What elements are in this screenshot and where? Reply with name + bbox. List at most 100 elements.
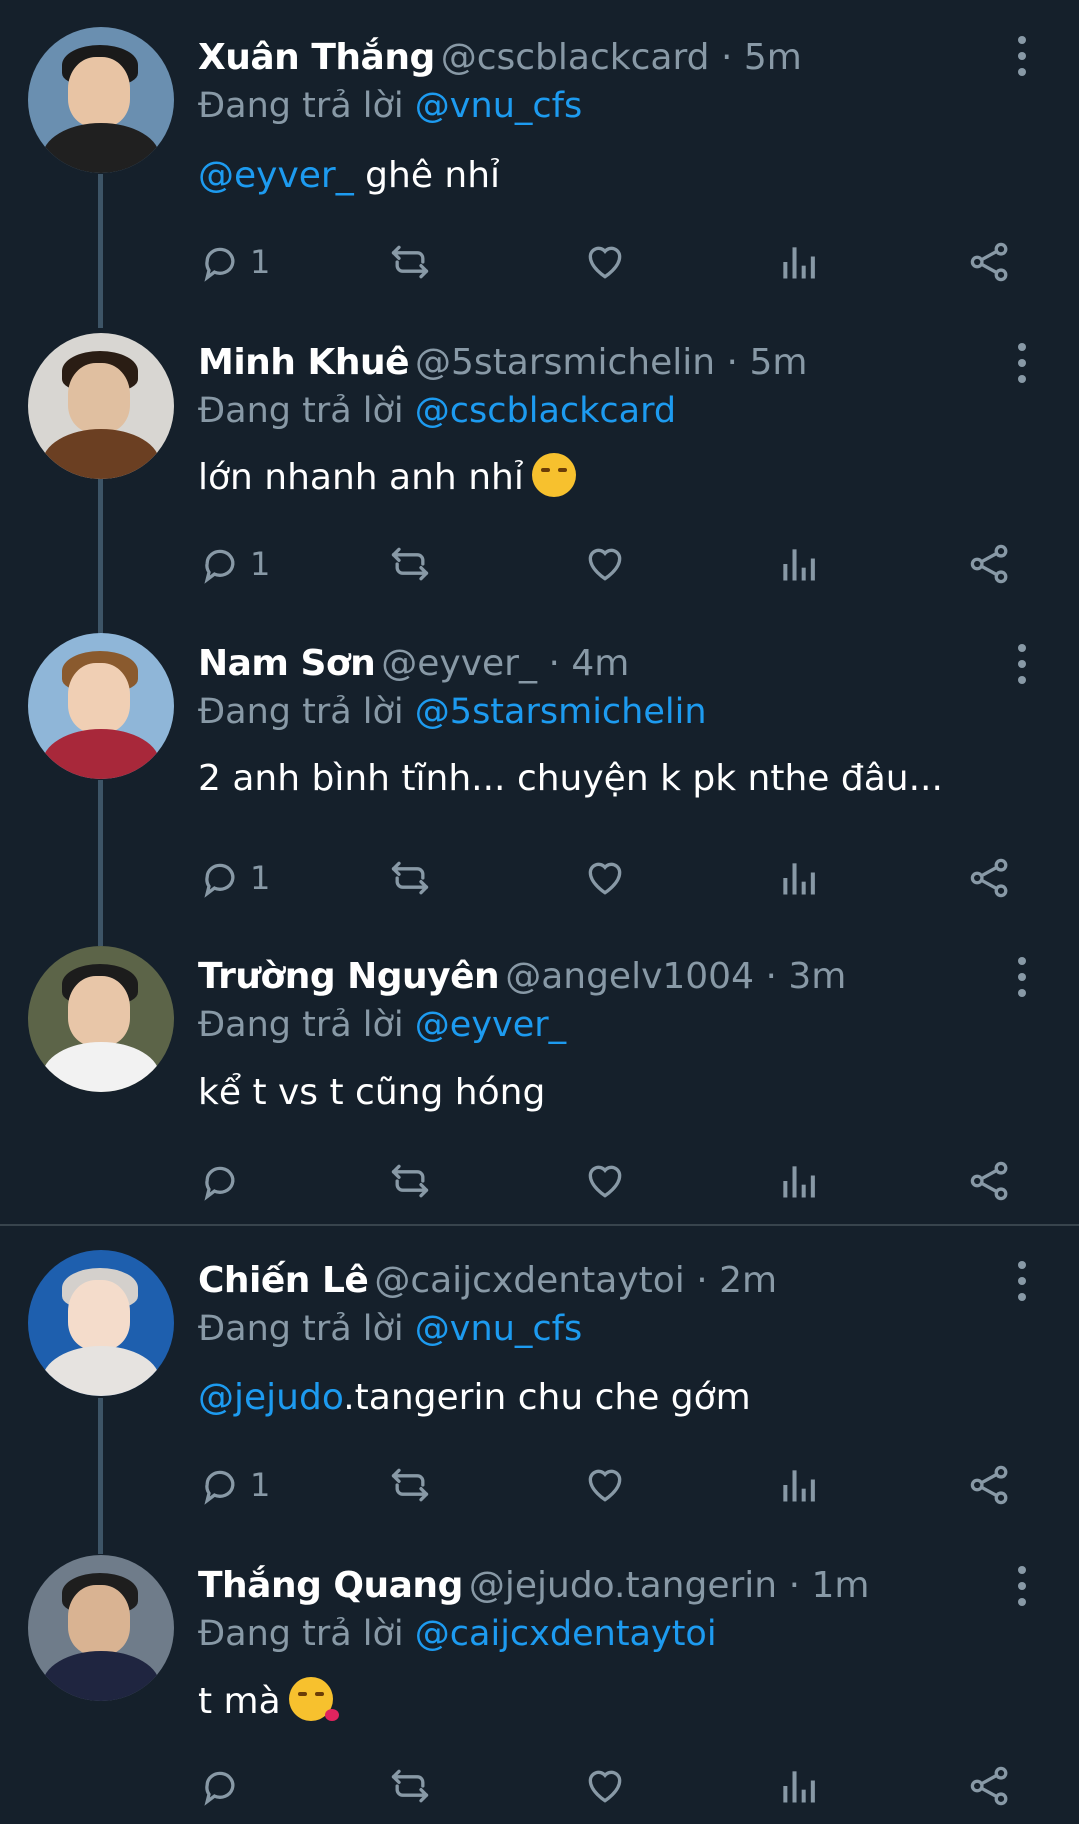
replying-to-mention[interactable]: @vnu_cfs xyxy=(415,86,582,126)
avatar[interactable] xyxy=(28,333,174,479)
tweet-text: kể t vs t cũng hóng xyxy=(198,1068,545,1118)
more-options-icon[interactable] xyxy=(1016,957,1028,997)
replying-to-mention[interactable]: @5starsmichelin xyxy=(415,692,707,732)
timestamp[interactable]: 5m xyxy=(749,342,807,383)
timestamp[interactable]: 3m xyxy=(788,956,846,997)
user-handle[interactable]: @angelv1004 xyxy=(505,956,754,997)
more-options-icon[interactable] xyxy=(1016,1261,1028,1301)
like-icon xyxy=(588,1165,622,1198)
tweet[interactable]: Chiến Lê @caijcxdentaytoi · 2m Đang trả l… xyxy=(0,1226,1079,1552)
more-options-icon[interactable] xyxy=(1016,36,1028,76)
tweet[interactable]: Trường Nguyên @angelv1004 · 3m Đang trả l… xyxy=(0,946,1079,1224)
face-blowing-kiss-emoji xyxy=(288,1677,339,1721)
like-button[interactable] xyxy=(583,1761,627,1811)
like-button[interactable] xyxy=(583,539,627,589)
tweet[interactable]: Minh Khuê @5starsmichelin · 5m Đang trả l… xyxy=(0,330,1079,633)
action-bar: 1 xyxy=(198,539,1018,589)
retweet-button[interactable] xyxy=(388,1761,432,1811)
tweet[interactable]: Thắng Quang @jejudo.tangerin · 1m Đang tr… xyxy=(0,1552,1079,1824)
analytics-icon xyxy=(783,1771,815,1803)
replying-to-mention[interactable]: @cscblackcard xyxy=(415,391,676,431)
retweet-button[interactable] xyxy=(388,853,432,903)
analytics-button[interactable] xyxy=(776,1156,820,1206)
like-icon xyxy=(588,548,622,581)
text-mention[interactable]: @eyver_ xyxy=(198,155,354,196)
avatar[interactable] xyxy=(28,27,174,173)
analytics-icon xyxy=(783,1166,815,1198)
retweet-button[interactable] xyxy=(388,1460,432,1510)
reply-button[interactable]: 1 xyxy=(198,237,270,287)
timestamp[interactable]: 4m xyxy=(571,643,629,684)
like-button[interactable] xyxy=(583,1460,627,1510)
avatar[interactable] xyxy=(28,633,174,779)
replying-to-mention[interactable]: @eyver_ xyxy=(415,1005,566,1045)
timestamp[interactable]: 5m xyxy=(744,37,802,78)
like-button[interactable] xyxy=(583,1156,627,1206)
replying-to: Đang trả lời @vnu_cfs xyxy=(198,1305,582,1353)
reply-button[interactable] xyxy=(198,1156,250,1206)
more-options-icon[interactable] xyxy=(1016,644,1028,684)
display-name[interactable]: Trường Nguyên xyxy=(198,956,500,997)
reply-button[interactable] xyxy=(198,1761,250,1811)
like-button[interactable] xyxy=(583,237,627,287)
more-options-icon[interactable] xyxy=(1016,343,1028,383)
like-button[interactable] xyxy=(583,853,627,903)
text-mention[interactable]: @jejudo xyxy=(198,1377,343,1418)
analytics-button[interactable] xyxy=(776,1761,820,1811)
display-name[interactable]: Minh Khuê xyxy=(198,342,410,383)
user-handle[interactable]: @eyver_ xyxy=(381,643,537,684)
separator-dot: · xyxy=(788,1565,801,1606)
reply-icon xyxy=(204,1470,235,1505)
replying-to-mention[interactable]: @vnu_cfs xyxy=(415,1309,582,1349)
user-handle[interactable]: @jejudo.tangerin xyxy=(469,1565,777,1606)
share-icon xyxy=(970,1465,1008,1505)
user-handle[interactable]: @caijcxdentaytoi xyxy=(374,1260,684,1301)
share-button[interactable] xyxy=(968,1156,1012,1206)
avatar[interactable] xyxy=(28,1250,174,1396)
tweet-text: lớn nhanh anh nhỉ xyxy=(198,453,576,503)
replying-to-label: Đang trả lời xyxy=(198,86,404,126)
reply-button[interactable]: 1 xyxy=(198,539,270,589)
display-name[interactable]: Chiến Lê xyxy=(198,1260,369,1301)
reply-button[interactable]: 1 xyxy=(198,853,270,903)
replying-to-mention[interactable]: @caijcxdentaytoi xyxy=(415,1614,717,1654)
display-name[interactable]: Xuân Thắng xyxy=(198,37,435,78)
display-name[interactable]: Thắng Quang xyxy=(198,1565,463,1606)
reply-icon xyxy=(204,247,235,282)
timestamp[interactable]: 2m xyxy=(719,1260,777,1301)
reply-button[interactable]: 1 xyxy=(198,1460,270,1510)
share-button[interactable] xyxy=(968,1761,1012,1811)
replying-to: Đang trả lời @vnu_cfs xyxy=(198,82,582,130)
analytics-button[interactable] xyxy=(776,539,820,589)
retweet-button[interactable] xyxy=(388,539,432,589)
analytics-button[interactable] xyxy=(776,853,820,903)
retweet-button[interactable] xyxy=(388,237,432,287)
replying-to-label: Đang trả lời xyxy=(198,1614,404,1654)
avatar[interactable] xyxy=(28,1555,174,1701)
share-icon xyxy=(970,1766,1008,1806)
avatar[interactable] xyxy=(28,946,174,1092)
display-name[interactable]: Nam Sơn xyxy=(198,643,376,684)
user-handle[interactable]: @cscblackcard xyxy=(441,37,710,78)
more-options-icon[interactable] xyxy=(1016,1566,1028,1606)
timestamp[interactable]: 1m xyxy=(811,1565,869,1606)
tweet[interactable]: Xuân Thắng @cscblackcard · 5m Đang trả lờ… xyxy=(0,0,1079,330)
share-icon xyxy=(970,242,1008,282)
tweet[interactable]: Nam Sơn @eyver_ · 4m Đang trả lời @5stars… xyxy=(0,633,1079,946)
share-button[interactable] xyxy=(968,1460,1012,1510)
retweet-icon xyxy=(391,1769,429,1803)
replying-to: Đang trả lời @caijcxdentaytoi xyxy=(198,1610,717,1658)
replying-to: Đang trả lời @eyver_ xyxy=(198,1001,566,1049)
tweet-text: t mà xyxy=(198,1677,339,1727)
analytics-button[interactable] xyxy=(776,237,820,287)
share-button[interactable] xyxy=(968,539,1012,589)
share-button[interactable] xyxy=(968,237,1012,287)
analytics-button[interactable] xyxy=(776,1460,820,1510)
share-button[interactable] xyxy=(968,853,1012,903)
retweet-button[interactable] xyxy=(388,1156,432,1206)
user-handle[interactable]: @5starsmichelin xyxy=(415,342,715,383)
action-bar xyxy=(198,1761,1018,1811)
tweet-body: kể t vs t cũng hóng xyxy=(198,1072,546,1113)
separator-dot: · xyxy=(765,956,777,997)
tweet-body: .tangerin chu che gớm xyxy=(343,1377,751,1418)
